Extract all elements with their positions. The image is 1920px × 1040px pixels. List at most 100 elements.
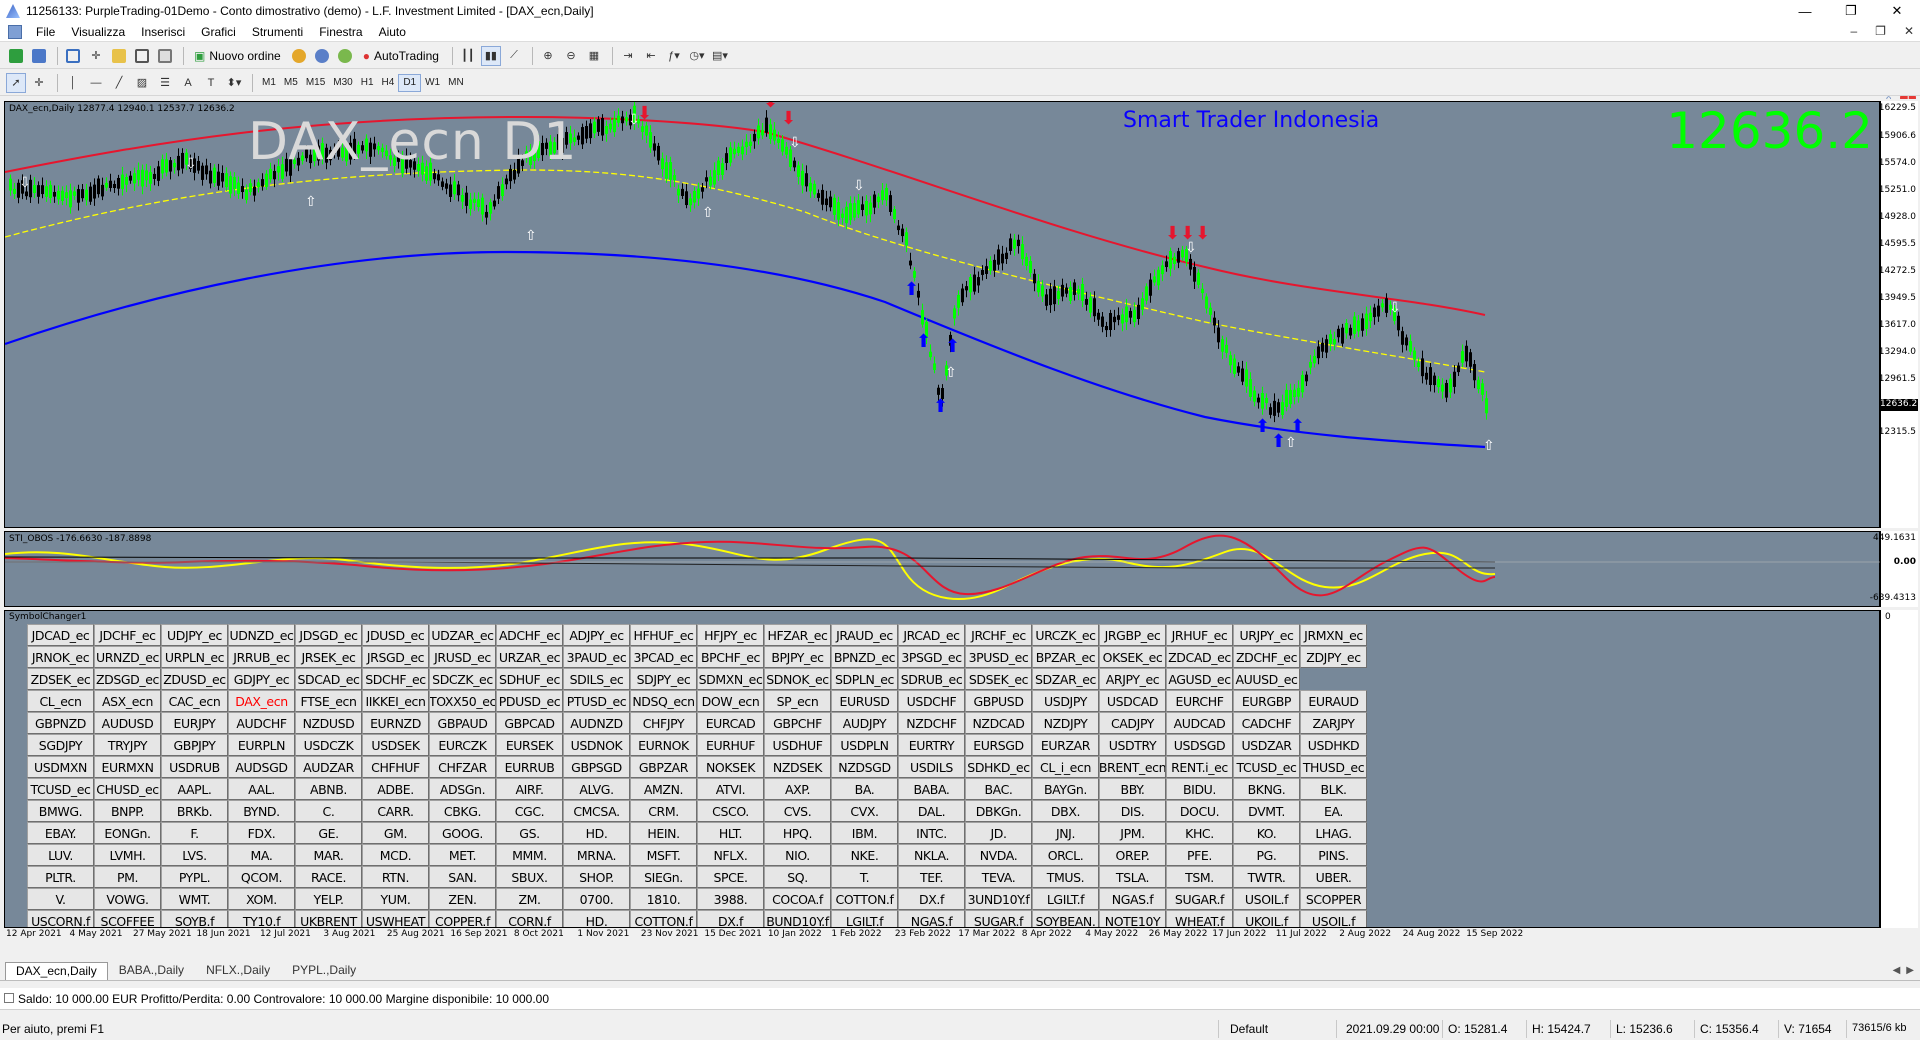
symbol-button[interactable]: NZDCHF [898, 712, 965, 734]
symbol-button[interactable]: TSLA. [1099, 866, 1166, 888]
symbol-button[interactable]: BMWG. [27, 800, 94, 822]
symbol-button[interactable]: CRM. [630, 800, 697, 822]
symbol-button[interactable]: HFZAR_ec [764, 624, 831, 646]
close-button[interactable]: ✕ [1874, 0, 1920, 22]
crosshair-icon[interactable]: ✛ [29, 73, 49, 93]
symbol-button[interactable]: 3UND10Y.f [965, 888, 1032, 910]
menu-insert[interactable]: Inserisci [133, 25, 193, 39]
symbol-button[interactable]: GBPCHF [764, 712, 831, 734]
symbol-button[interactable]: FTSE_ecn [295, 690, 362, 712]
symbol-button[interactable]: 3PAUD_ec [563, 646, 630, 668]
symbol-button[interactable]: HLT. [697, 822, 764, 844]
symbol-button[interactable]: AIRF. [496, 778, 563, 800]
symbol-button[interactable]: LUV. [27, 844, 94, 866]
symbol-button[interactable]: TY10.f [228, 910, 295, 927]
symbol-button[interactable]: BBY. [1099, 778, 1166, 800]
symbol-button[interactable]: DOCU. [1166, 800, 1233, 822]
symbol-button[interactable]: EURCAD [697, 712, 764, 734]
symbol-button[interactable]: HEIN. [630, 822, 697, 844]
price-chart-panel[interactable]: ⬇ ⬇ ⬇ ⬇⬇⬇ ⬆ ⬆ ⬆ ⬆ ⬆ ⬆ ⬆ ⇩ ⇩ ⇧ ⇧ ⇩ ⇧ ⇩ ⇩ … [4, 101, 1880, 528]
symbol-button[interactable]: SDPLN_ec [831, 668, 898, 690]
timeframe-mn[interactable]: MN [444, 74, 468, 92]
symbol-button[interactable]: EA. [1300, 800, 1367, 822]
symbol-button[interactable]: SOYB.f [161, 910, 228, 927]
symbol-button[interactable]: DVMT. [1233, 800, 1300, 822]
oscillator-axis[interactable]: 449.1631 0.00 -639.4313 [1870, 531, 1918, 607]
symbol-button[interactable]: SDZAR_ec [1032, 668, 1099, 690]
symbol-button[interactable]: COTTON.f [831, 888, 898, 910]
symbol-button[interactable]: NOKSEK [697, 756, 764, 778]
symbol-button[interactable]: EURMXN [94, 756, 161, 778]
symbol-button[interactable]: USDILS [898, 756, 965, 778]
symbol-button[interactable]: JRCHF_ec [965, 624, 1032, 646]
symbol-button[interactable]: OKSEK_ec [1099, 646, 1166, 668]
symbol-button[interactable]: USDSEK [362, 734, 429, 756]
symbol-button[interactable]: BUND10Y.f [764, 910, 831, 927]
symbol-button[interactable]: AUDUSD [94, 712, 161, 734]
oscillator-panel[interactable]: STI_OBOS -176.6630 -187.8898 [4, 531, 1881, 607]
symbol-button[interactable]: SQ. [764, 866, 831, 888]
symbol-button[interactable]: EURSGD [965, 734, 1032, 756]
symbol-button[interactable]: USDTRY [1099, 734, 1166, 756]
restore-button[interactable]: ❐ [1828, 0, 1874, 22]
symbol-button[interactable]: PM. [94, 866, 161, 888]
symbol-button[interactable]: USDRUB [161, 756, 228, 778]
symbol-button[interactable]: USDZAR [1233, 734, 1300, 756]
symbol-button[interactable]: YUM. [362, 888, 429, 910]
symbol-button[interactable]: JRSGD_ec [362, 646, 429, 668]
tab-pypl[interactable]: PYPL.,Daily [281, 961, 367, 980]
symbol-button[interactable]: SOYBEAN. [1032, 910, 1099, 927]
symbol-button[interactable]: NGAS.f [898, 910, 965, 927]
symbol-button[interactable]: KO. [1233, 822, 1300, 844]
symbol-button[interactable]: GBPUSD [965, 690, 1032, 712]
symbol-button[interactable]: JRGBP_ec [1099, 624, 1166, 646]
symbol-button[interactable]: HPQ. [764, 822, 831, 844]
symbol-button[interactable]: USDJPY [1032, 690, 1099, 712]
symbol-button[interactable]: ZARJPY [1300, 712, 1367, 734]
symbol-button[interactable]: WHEAT.f [1166, 910, 1233, 927]
symbol-button[interactable]: HD. [563, 910, 630, 927]
symbol-button[interactable]: NKE. [831, 844, 898, 866]
horizontal-line-icon[interactable]: — [86, 73, 106, 93]
menu-file[interactable]: File [28, 25, 63, 39]
symbol-button[interactable]: GBPAUD [429, 712, 496, 734]
menu-view[interactable]: Visualizza [63, 25, 133, 39]
new-chart-icon[interactable] [6, 46, 26, 66]
text-icon[interactable]: A [178, 73, 198, 93]
symbol-button[interactable]: COPPER.f [429, 910, 496, 927]
symbol-button[interactable]: JRCAD_ec [898, 624, 965, 646]
symbol-button[interactable]: BPCHF_ec [697, 646, 764, 668]
symbol-button[interactable]: NZDSGD [831, 756, 898, 778]
minimize-button[interactable]: — [1782, 0, 1828, 22]
symbol-button[interactable]: CMCSA. [563, 800, 630, 822]
symbol-button[interactable]: EURCZK [429, 734, 496, 756]
symbol-button[interactable]: THUSD_ec [1300, 756, 1367, 778]
symbol-button[interactable]: PFE. [1166, 844, 1233, 866]
symbol-button[interactable]: DBKGn. [965, 800, 1032, 822]
symbol-button[interactable]: MCD. [362, 844, 429, 866]
symbol-button[interactable]: BPJPY_ec [764, 646, 831, 668]
symbol-button[interactable]: GBPCAD [496, 712, 563, 734]
symbol-button[interactable]: AMZN. [630, 778, 697, 800]
symbol-button[interactable]: ABNB. [295, 778, 362, 800]
symbol-button[interactable]: SDJPY_ec [630, 668, 697, 690]
symbol-button[interactable]: UDZAR_ec [429, 624, 496, 646]
symbol-button[interactable]: ALVG. [563, 778, 630, 800]
symbol-button[interactable]: JDCAD_ec [27, 624, 94, 646]
timeframe-d1[interactable]: D1 [398, 73, 422, 92]
symbol-button[interactable]: EURNZD [362, 712, 429, 734]
symbol-button[interactable]: USDHKD [1300, 734, 1367, 756]
symbol-button[interactable]: SDHKD_ec [965, 756, 1032, 778]
symbol-button[interactable]: USDMXN [27, 756, 94, 778]
symbol-button[interactable]: PG. [1233, 844, 1300, 866]
symbol-button[interactable]: BA. [831, 778, 898, 800]
symbol-button[interactable]: USDCAD [1099, 690, 1166, 712]
symbol-button[interactable]: CHUSD_ec [94, 778, 161, 800]
symbol-button[interactable]: AAPL. [161, 778, 228, 800]
tab-scroll-left-icon[interactable]: ◀ [1893, 965, 1901, 976]
signals-icon[interactable] [312, 46, 332, 66]
symbol-button[interactable]: JDSGD_ec [295, 624, 362, 646]
symbol-button[interactable]: MSFT. [630, 844, 697, 866]
symbol-button[interactable]: JRSEK_ec [295, 646, 362, 668]
vertical-line-icon[interactable]: │ [63, 73, 83, 93]
